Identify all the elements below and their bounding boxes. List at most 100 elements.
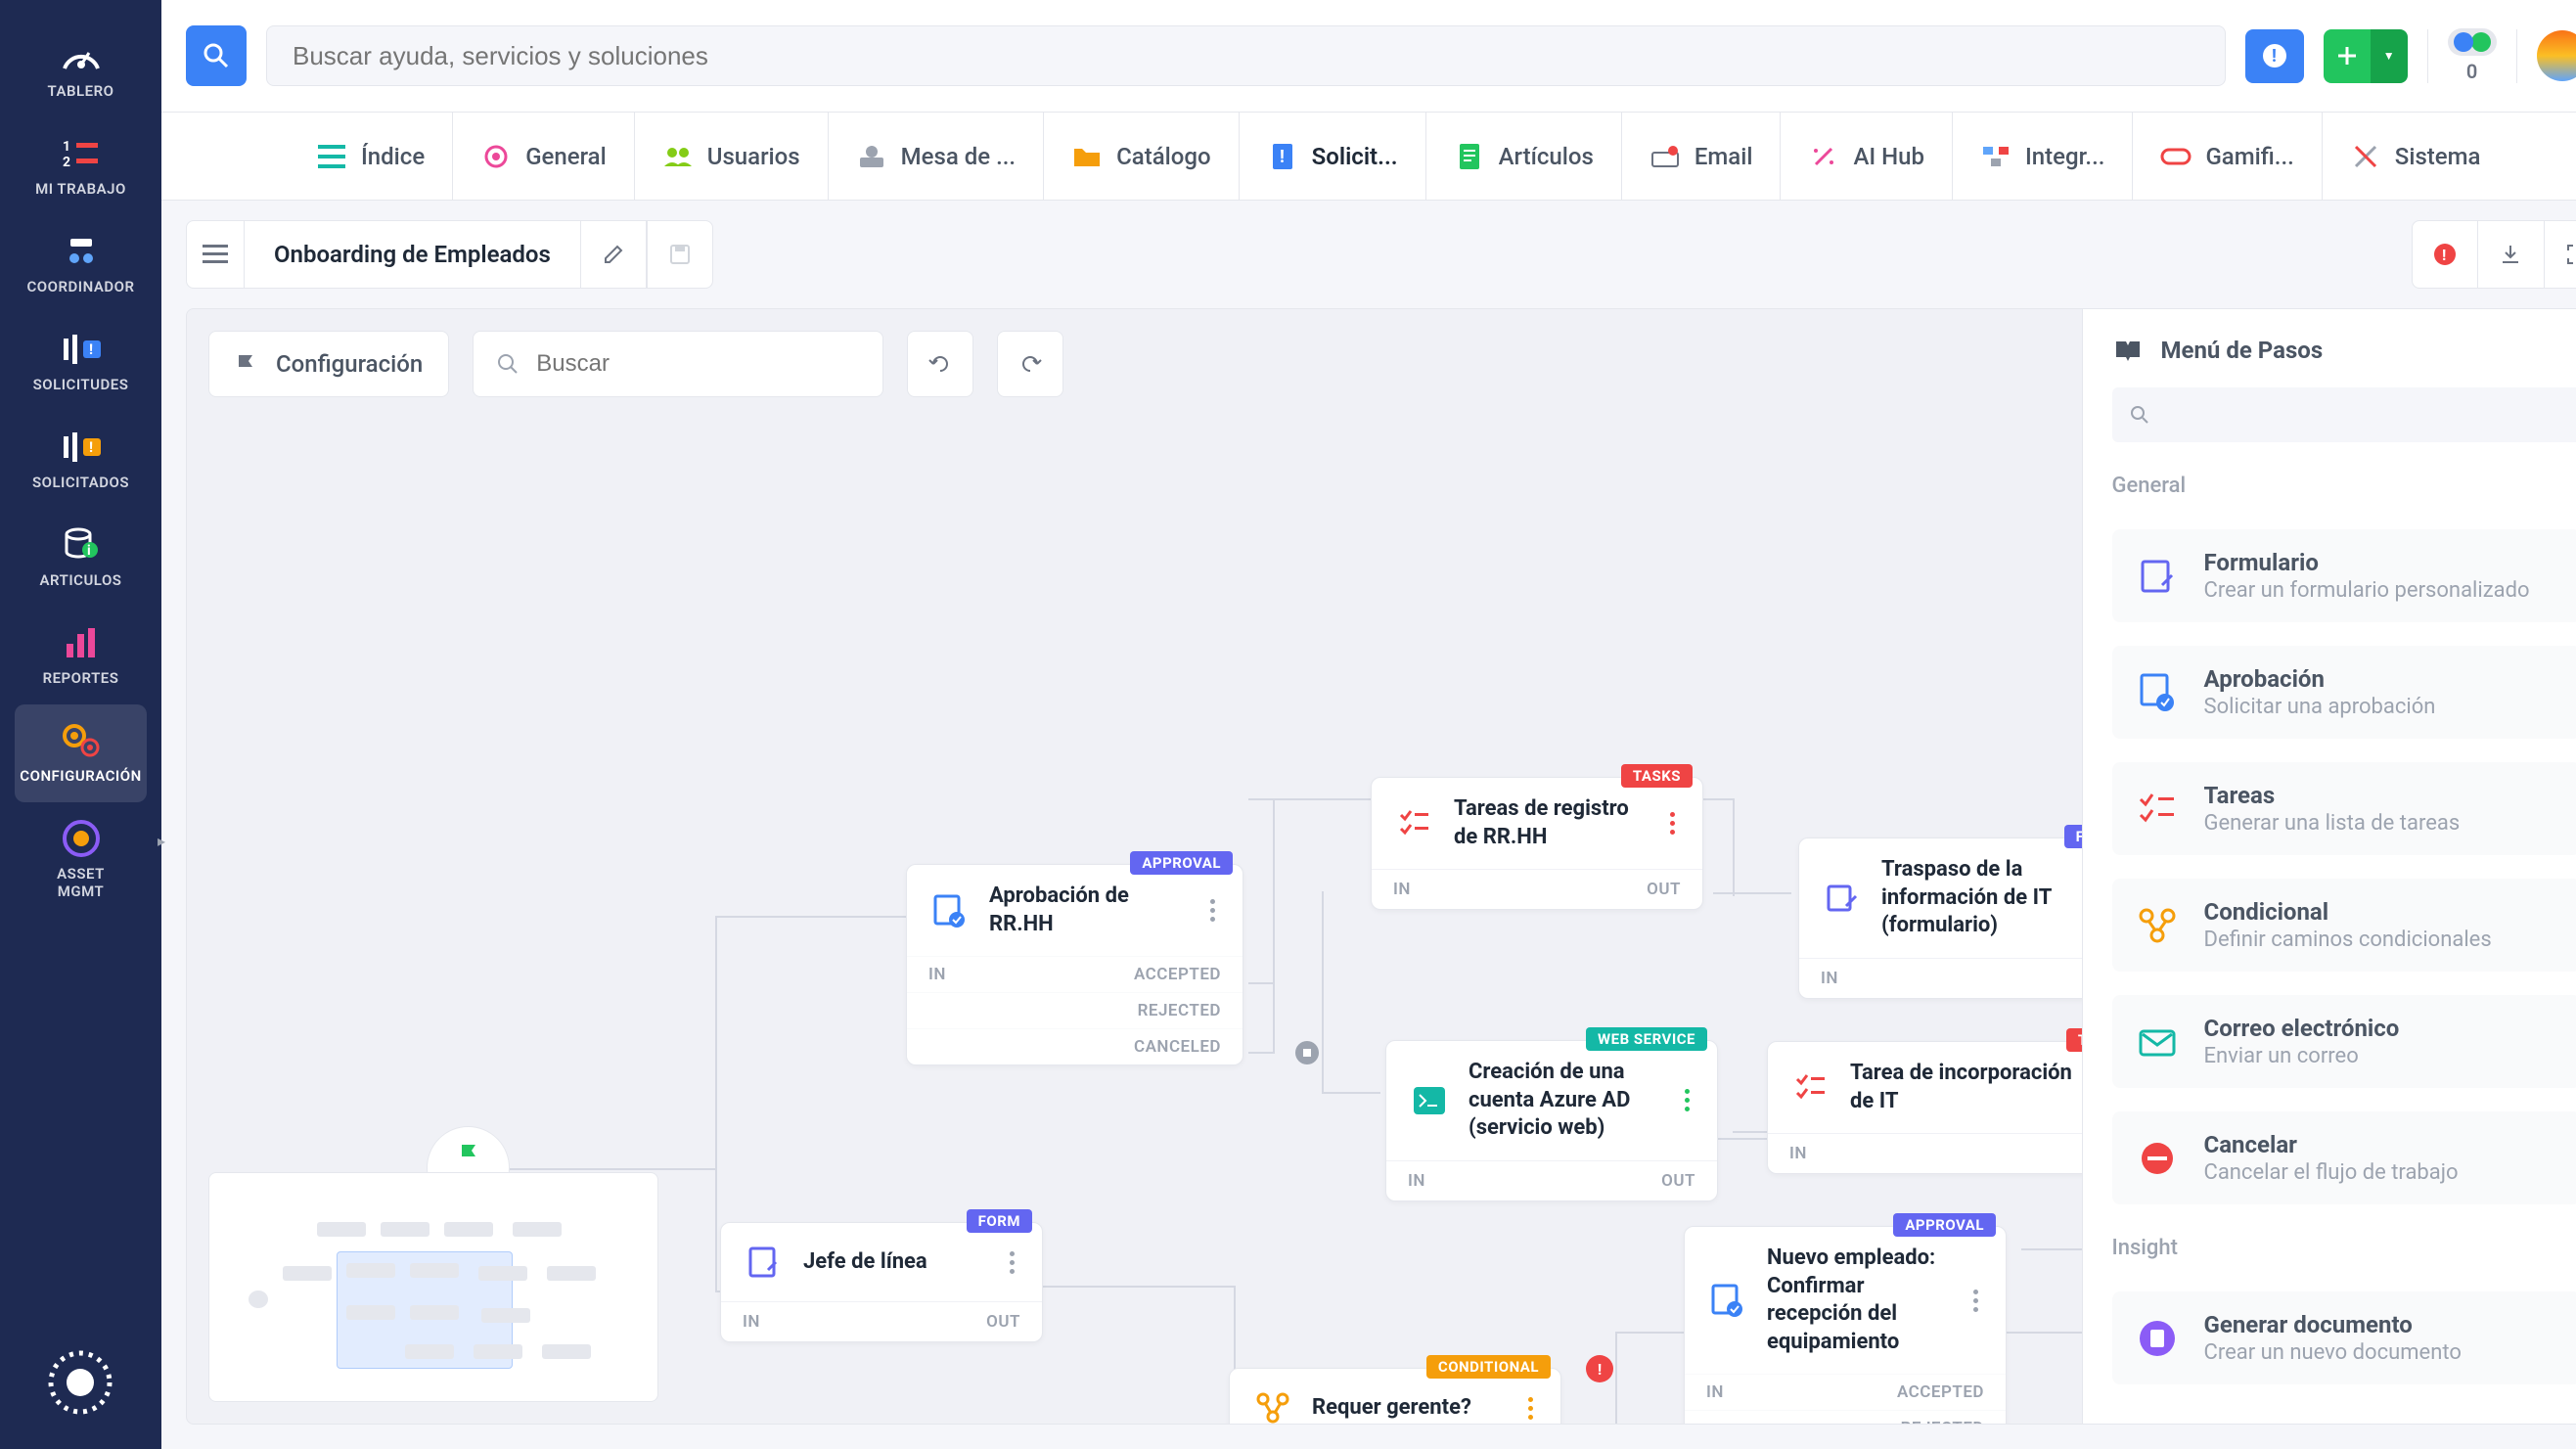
fullscreen-button[interactable] [2545,220,2576,289]
step-condicional[interactable]: CondicionalDefinir caminos condicionales [2112,879,2576,972]
nav-tab-mesa[interactable]: Mesa de ... [829,113,1044,201]
nav-tab-gamifi[interactable]: Gamifi... [2133,113,2322,201]
nav-label: General [525,143,607,170]
download-button[interactable] [2478,220,2545,289]
error-indicator[interactable]: ! [2412,220,2478,289]
redo-button[interactable] [997,331,1063,397]
download-icon [2499,243,2522,266]
sidebar-label: REPORTES [43,669,119,687]
sidebar-item-solicitados[interactable]: ! SOLICITADOS [0,411,161,509]
search-icon [2130,405,2149,425]
requests-out-icon: ! [58,429,105,466]
node-traspaso[interactable]: FORM Traspaso de la información de IT (f… [1798,838,2083,999]
nav-label: Mesa de ... [901,143,1016,170]
search-input[interactable] [293,41,2199,71]
step-formulario[interactable]: FormularioCrear un formulario personaliz… [2112,529,2576,622]
node-nuevo-emp[interactable]: APPROVAL Nuevo empleado: Confirmar recep… [1684,1226,2007,1425]
nav-label: Email [1695,143,1753,170]
svg-text:!: ! [89,438,93,456]
nav-tab-catalogo[interactable]: Catálogo [1044,113,1240,201]
add-dropdown[interactable]: ▼ [2371,29,2408,83]
step-tareas[interactable]: TareasGenerar una lista de tareas [2112,762,2576,855]
sidebar-label: TABLERO [48,82,114,100]
nav-tab-integr[interactable]: Integr... [1953,113,2133,201]
node-more[interactable] [1967,1284,1984,1318]
sidebar-item-configuracion[interactable]: CONFIGURACIÓN [15,704,147,802]
config-button[interactable]: Configuración [208,331,449,397]
node-azure[interactable]: WEB SERVICE Creación de una cuenta Azure… [1385,1040,1718,1201]
nav-tab-sistema[interactable]: Sistema [2323,113,2508,201]
nav-tab-indice[interactable]: Índice [289,113,453,201]
node-title: Aprobación de RR.HH [989,883,1187,938]
articles-icon: i [58,526,105,564]
plus-icon [2336,45,2358,67]
sidebar-item-mitrabajo[interactable]: 12 MI TRABAJO [0,117,161,215]
gamepad-icon [2160,141,2192,172]
panel-search[interactable] [2112,387,2576,442]
nav-tab-articulos[interactable]: Artículos [1426,113,1622,201]
alert-button[interactable]: ! [2245,29,2304,83]
flag-icon [458,1143,479,1166]
node-requer[interactable]: CONDITIONAL ! Requer gerente? INNEW PATH… [1229,1368,1561,1425]
nav-tab-email[interactable]: Email [1622,113,1782,201]
nav-tabs: Índice General Usuarios Mesa de ... Catá… [161,113,2576,201]
add-button[interactable] [2324,29,2371,83]
save-icon [668,243,692,266]
sidebar-label: MGMT [58,883,104,900]
tasks-icon [1393,802,1436,845]
nav-label: Catálogo [1116,143,1211,170]
tools-icon [2350,141,2381,172]
node-aprobacion[interactable]: APPROVAL Aprobación de RR.HH INACCEPTED … [906,864,1243,1065]
sidebar-label: ARTICULOS [40,571,122,589]
node-tareas-rrhh[interactable]: TASKS Tareas de registro de RR.HH INOUT [1371,777,1703,910]
nav-tab-general[interactable]: General [453,113,635,201]
undo-button[interactable] [907,331,973,397]
nav-label: AI Hub [1853,143,1924,170]
sidebar-item-articulos[interactable]: i ARTICULOS [0,509,161,607]
sidebar-item-reportes[interactable]: REPORTES [0,607,161,704]
node-jefe-linea[interactable]: FORM Jefe de línea INOUT [720,1222,1043,1342]
avatar[interactable] [2537,30,2576,81]
step-generar-doc[interactable]: Generar documentoCrear un nuevo document… [2112,1291,2576,1384]
menu-button[interactable] [186,220,245,289]
settings-icon [58,722,105,759]
nav-tab-usuarios[interactable]: Usuarios [635,113,829,201]
search-button[interactable] [186,25,247,86]
inbox-icon [1650,141,1681,172]
edit-button[interactable] [580,220,647,289]
nav-tab-aihub[interactable]: AI Hub [1781,113,1953,201]
counter[interactable]: 0 [2448,28,2497,83]
sidebar-item-coordinador[interactable]: COORDINADOR [0,215,161,313]
workflow-canvas[interactable]: Configuración [186,308,2083,1425]
sidebar-label: CONFIGURACIÓN [20,767,141,785]
sidebar-item-tablero[interactable]: TABLERO [0,20,161,117]
helpdesk-icon [856,141,887,172]
approval-icon [1706,1279,1749,1322]
minimap[interactable] [208,1172,658,1402]
node-title: Traspaso de la información de IT (formul… [1881,856,2083,940]
nav-tab-solicit[interactable]: ! Solicit... [1240,113,1426,201]
node-more[interactable] [1664,806,1681,840]
terminal-icon [1408,1079,1451,1122]
sidebar-item-solicitudes[interactable]: ! SOLICITUDES [0,313,161,411]
error-badge: ! [1586,1355,1613,1382]
canvas-search-input[interactable] [536,350,859,378]
step-cancelar[interactable]: CancelarCancelar el flujo de trabajo [2112,1111,2576,1204]
node-title: Requer gerente? [1312,1394,1505,1423]
document-gen-icon [2134,1315,2181,1362]
svg-text:!: ! [2442,246,2446,264]
node-more[interactable] [1204,893,1221,928]
node-more[interactable] [1004,1245,1020,1280]
sidebar-item-asset[interactable]: ASSET MGMT ▸ [0,802,161,918]
config-label: Configuración [276,350,423,378]
node-tarea-it[interactable]: TASKS Tarea de incorporación de IT INOUT [1767,1041,2083,1174]
save-button[interactable] [647,220,713,289]
node-more[interactable] [1522,1391,1539,1426]
counter-value: 0 [2466,60,2477,83]
step-aprobacion[interactable]: AprobaciónSolicitar una aprobación [2112,646,2576,739]
nav-label: Índice [361,143,425,170]
node-more[interactable] [1679,1083,1695,1117]
cancel-icon [2134,1135,2181,1182]
sidebar-label: SOLICITUDES [33,376,129,393]
step-correo[interactable]: Correo electrónicoEnviar un correo [2112,995,2576,1088]
